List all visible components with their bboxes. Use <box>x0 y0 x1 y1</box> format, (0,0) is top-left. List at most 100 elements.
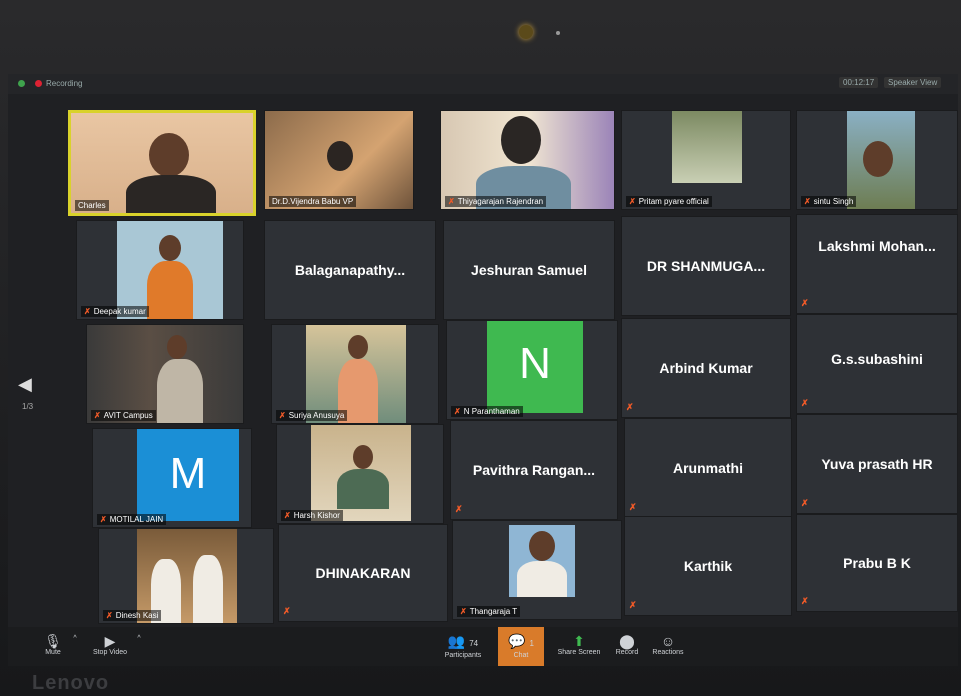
video-tile-thiyagarajan[interactable]: ✗ Thiyagarajan Rajendran <box>440 110 615 210</box>
video-tile-subashini[interactable]: G.s.subashini ✗ <box>796 314 958 414</box>
avatar-initial: N <box>519 339 551 388</box>
participant-name: Pavithra Rangan... <box>472 462 596 478</box>
chat-button[interactable]: 💬 1 Chat <box>500 633 542 659</box>
tile-name-text: sintu Singh <box>813 197 854 206</box>
mute-button[interactable]: 🎙 Mute <box>38 633 68 656</box>
video-tile-harsh[interactable]: ✗ Harsh Kishor <box>276 424 444 524</box>
video-tile-shanmuga[interactable]: DR SHANMUGA... <box>621 216 791 316</box>
zoom-window: Recording 00:12:17 Speaker View ◀ 1/3 Ch… <box>8 74 958 666</box>
video-tile-karthik[interactable]: Karthik ✗ <box>624 516 792 616</box>
reactions-button[interactable]: ☺ Reactions <box>648 633 688 656</box>
video-tile-paranthaman[interactable]: N ✗ N Paranthaman <box>446 320 618 420</box>
record-button[interactable]: ⬤ Record <box>612 633 642 656</box>
tile-name-text: Thangaraja T <box>469 607 518 616</box>
participant-body <box>517 561 567 597</box>
participant-body <box>337 469 389 509</box>
tile-name-text: MOTILAL JAIN <box>109 515 164 524</box>
meeting-toolbar: 🎙 Mute ^ ▶ Stop Video ^ 👥 74 Participant… <box>8 627 958 666</box>
gallery-grid: Charles Dr.D.Vijendra Babu VP ✗ Thiyagara… <box>68 110 958 624</box>
tile-name-text: AVIT Campus <box>103 411 153 420</box>
chat-icon: 💬 1 <box>508 633 534 649</box>
muted-mic-icon: ✗ <box>801 298 809 308</box>
reactions-label: Reactions <box>652 649 684 656</box>
participant-body <box>193 555 223 623</box>
microphone-icon: 🎙 <box>44 633 62 649</box>
video-tile-arunmathi[interactable]: Arunmathi ✗ <box>624 418 792 518</box>
participant-name: Balaganapathy... <box>294 262 406 278</box>
audio-options-chevron-icon[interactable]: ^ <box>70 635 80 642</box>
share-screen-button[interactable]: ⬆ Share Screen <box>554 633 604 656</box>
muted-mic-icon: ✗ <box>460 607 467 616</box>
participant-head <box>353 445 373 469</box>
webcam-indicator-icon <box>556 31 560 35</box>
stop-video-button[interactable]: ▶ Stop Video <box>88 633 132 656</box>
mute-label: Mute <box>45 649 61 656</box>
video-tile-prabu[interactable]: Prabu B K ✗ <box>796 514 958 612</box>
participant-name: DHINAKARAN <box>315 565 411 581</box>
tile-name-text: Harsh Kishor <box>293 511 340 520</box>
participant-name: Arbind Kumar <box>659 360 753 376</box>
tile-name-label: ✗ Suriya Anusuya <box>276 410 348 421</box>
video-tile-vijendra[interactable]: Dr.D.Vijendra Babu VP <box>264 110 414 210</box>
video-tile-lakshmi[interactable]: Lakshmi Mohan... ✗ <box>796 214 958 314</box>
muted-mic-icon: ✗ <box>801 498 809 508</box>
participant-name: Yuva prasath HR <box>821 456 933 472</box>
tile-name-label: ✗ AVIT Campus <box>91 410 156 421</box>
video-tile-sintu[interactable]: ✗ sintu Singh <box>796 110 958 210</box>
video-tile-suriya[interactable]: ✗ Suriya Anusuya <box>271 324 439 424</box>
video-tile-jeshuran[interactable]: Jeshuran Samuel <box>443 220 615 320</box>
page-number: 1/3 <box>22 402 34 411</box>
muted-mic-icon: ✗ <box>284 511 291 520</box>
prev-page-arrow-icon[interactable]: ◀ <box>18 374 32 395</box>
reactions-icon: ☺ <box>660 633 676 649</box>
video-camera-icon: ▶ <box>104 633 116 649</box>
tile-name-label: Dr.D.Vijendra Babu VP <box>269 196 357 207</box>
participant-name: G.s.subashini <box>831 351 923 368</box>
muted-mic-icon: ✗ <box>629 600 637 610</box>
chat-count: 1 <box>529 639 534 648</box>
video-tile-pavithra[interactable]: Pavithra Rangan... ✗ <box>450 420 618 520</box>
video-tile-charles[interactable]: Charles <box>68 110 256 216</box>
participant-head <box>348 335 368 359</box>
muted-mic-icon: ✗ <box>454 407 461 416</box>
muted-mic-icon: ✗ <box>94 411 101 420</box>
tile-name-text: Pritam pyare official <box>638 197 709 206</box>
participant-photo <box>672 111 742 183</box>
video-options-chevron-icon[interactable]: ^ <box>134 635 144 642</box>
participant-head <box>167 335 187 359</box>
video-tile-thangaraja[interactable]: ✗ Thangaraja T <box>452 520 622 620</box>
video-tile-balaganapathy[interactable]: Balaganapathy... <box>264 220 436 320</box>
speaker-view-button[interactable]: Speaker View <box>884 77 942 88</box>
tile-name-label: ✗ MOTILAL JAIN <box>97 514 167 525</box>
share-screen-label: Share Screen <box>557 649 601 656</box>
participant-head <box>501 116 541 164</box>
tile-name-label: ✗ sintu Singh <box>801 196 857 207</box>
muted-mic-icon: ✗ <box>283 606 291 616</box>
video-tile-deepak[interactable]: ✗ Deepak kumar <box>76 220 244 320</box>
security-icon[interactable] <box>18 80 25 87</box>
video-tile-pritam[interactable]: ✗ Pritam pyare official <box>621 110 791 210</box>
muted-mic-icon: ✗ <box>455 504 463 514</box>
participant-head <box>149 133 189 177</box>
muted-mic-icon: ✗ <box>801 596 809 606</box>
video-tile-yuva[interactable]: Yuva prasath HR ✗ <box>796 414 958 514</box>
muted-mic-icon: ✗ <box>279 411 286 420</box>
tile-name-text: Thiyagarajan Rajendran <box>457 197 544 206</box>
share-screen-icon: ⬆ <box>573 633 585 649</box>
video-tile-dhinakaran[interactable]: DHINAKARAN ✗ <box>278 524 448 622</box>
video-tile-dinesh[interactable]: ✗ Dinesh Kasi <box>98 528 274 624</box>
muted-mic-icon: ✗ <box>106 611 113 620</box>
video-tile-arbind[interactable]: Arbind Kumar ✗ <box>621 318 791 418</box>
muted-mic-icon: ✗ <box>100 515 107 524</box>
tile-name-label: ✗ Deepak kumar <box>81 306 149 317</box>
muted-mic-icon: ✗ <box>84 307 91 316</box>
record-icon: ⬤ <box>619 633 635 649</box>
avatar-initial: M <box>169 449 207 498</box>
participants-button[interactable]: 👥 74 Participants <box>438 633 488 659</box>
tile-name-text: Dinesh Kasi <box>115 611 159 620</box>
recording-icon <box>35 80 42 87</box>
video-tile-avit[interactable]: ✗ AVIT Campus <box>86 324 244 424</box>
tile-name-label: ✗ Harsh Kishor <box>281 510 343 521</box>
tile-name-label: ✗ N Paranthaman <box>451 406 523 417</box>
video-tile-motilal[interactable]: M ✗ MOTILAL JAIN <box>92 428 252 528</box>
